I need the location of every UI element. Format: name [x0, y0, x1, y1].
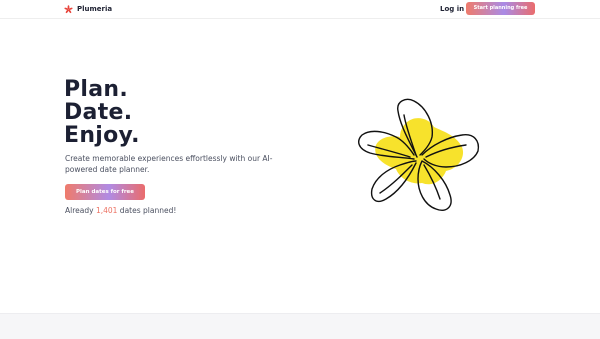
plumeria-flower-illustration — [358, 98, 480, 211]
counter-prefix: Already — [65, 206, 96, 215]
start-planning-button[interactable]: Start planning free — [466, 2, 535, 15]
top-navbar: Plumeria Log in Start planning free — [0, 0, 600, 19]
hero-subtitle: Create memorable experiences effortlessl… — [65, 154, 273, 174]
login-link[interactable]: Log in — [440, 3, 464, 15]
counter-suffix: dates planned! — [117, 206, 177, 215]
brand-logo[interactable]: Plumeria — [64, 3, 112, 15]
hero-title-line: Enjoy. — [64, 123, 140, 148]
plan-dates-button[interactable]: Plan dates for free — [65, 184, 145, 200]
hero-title-line: Date. — [64, 100, 133, 125]
hero-title: Plan. Date. Enjoy. — [64, 78, 140, 147]
brand-name: Plumeria — [77, 5, 113, 13]
plumeria-star-icon — [64, 4, 73, 13]
dates-planned-counter: Already 1,401 dates planned! — [65, 205, 176, 216]
hero-title-line: Plan. — [64, 77, 129, 102]
next-section-band — [0, 313, 600, 339]
counter-value: 1,401 — [95, 206, 118, 215]
